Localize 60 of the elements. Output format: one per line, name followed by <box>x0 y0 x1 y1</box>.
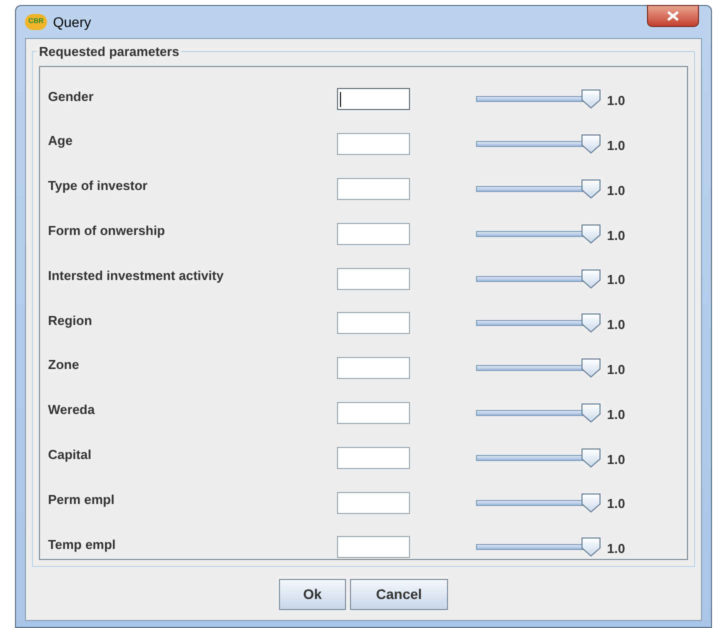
slider-thumb[interactable] <box>581 537 601 558</box>
ok-button[interactable]: Ok <box>279 579 346 610</box>
parameter-label: Region <box>47 312 94 330</box>
slider-thumb[interactable] <box>581 492 601 513</box>
slider-value: 1.0 <box>607 316 626 334</box>
slider[interactable] <box>476 313 601 334</box>
slider-thumb[interactable] <box>581 402 601 423</box>
slider[interactable] <box>476 537 601 558</box>
parameter-label: Wereda <box>47 401 96 420</box>
parameter-label: Gender <box>47 88 95 106</box>
parameter-label: Age <box>47 132 74 150</box>
parameter-label: Temp empl <box>47 536 117 554</box>
slider[interactable] <box>476 492 601 513</box>
parameter-label: Perm empl <box>47 490 116 509</box>
slider-value: 1.0 <box>607 406 626 424</box>
slider-thumb[interactable] <box>581 224 601 244</box>
slider[interactable] <box>476 448 601 468</box>
slider-thumb[interactable] <box>581 448 601 468</box>
slider-thumb[interactable] <box>581 89 601 110</box>
text-field[interactable] <box>337 178 410 200</box>
slider-thumb[interactable] <box>581 134 601 154</box>
slider-value: 1.0 <box>607 495 626 514</box>
text-field[interactable] <box>337 133 410 156</box>
text-field[interactable] <box>337 357 410 380</box>
slider[interactable] <box>476 89 601 110</box>
text-field[interactable] <box>337 268 410 290</box>
parameter-label: Type of investor <box>47 177 148 196</box>
close-button[interactable] <box>647 5 699 27</box>
slider-thumb[interactable] <box>581 358 601 378</box>
text-field[interactable] <box>337 492 410 514</box>
slider-value: 1.0 <box>607 226 626 245</box>
parameter-label: Capital <box>47 446 92 464</box>
text-field[interactable] <box>337 402 410 424</box>
text-field[interactable] <box>337 312 410 334</box>
slider[interactable] <box>476 178 601 199</box>
slider-thumb[interactable] <box>581 313 601 334</box>
text-field[interactable] <box>337 88 410 110</box>
slider[interactable] <box>476 402 601 423</box>
cancel-button[interactable]: Cancel <box>350 579 448 610</box>
slider-value: 1.0 <box>607 271 626 290</box>
parameter-label: Zone <box>47 356 80 374</box>
slider[interactable] <box>476 358 601 378</box>
text-field[interactable] <box>337 536 410 558</box>
slider-value: 1.0 <box>607 360 626 379</box>
slider[interactable] <box>476 224 601 244</box>
close-icon <box>667 11 679 21</box>
text-field[interactable] <box>337 222 410 245</box>
slider-value: 1.0 <box>607 136 626 155</box>
slider[interactable] <box>476 134 601 154</box>
slider-value: 1.0 <box>607 450 626 469</box>
text-field[interactable] <box>337 446 410 469</box>
slider[interactable] <box>476 268 601 289</box>
window-title: Query <box>53 12 92 32</box>
slider-value: 1.0 <box>607 182 626 200</box>
slider-value: 1.0 <box>607 540 626 558</box>
parameter-label: Form of onwership <box>47 222 166 240</box>
slider-value: 1.0 <box>607 92 626 110</box>
slider-thumb[interactable] <box>581 178 601 199</box>
slider-thumb[interactable] <box>581 268 601 289</box>
parameter-label: Intersted investment activity <box>47 266 225 285</box>
